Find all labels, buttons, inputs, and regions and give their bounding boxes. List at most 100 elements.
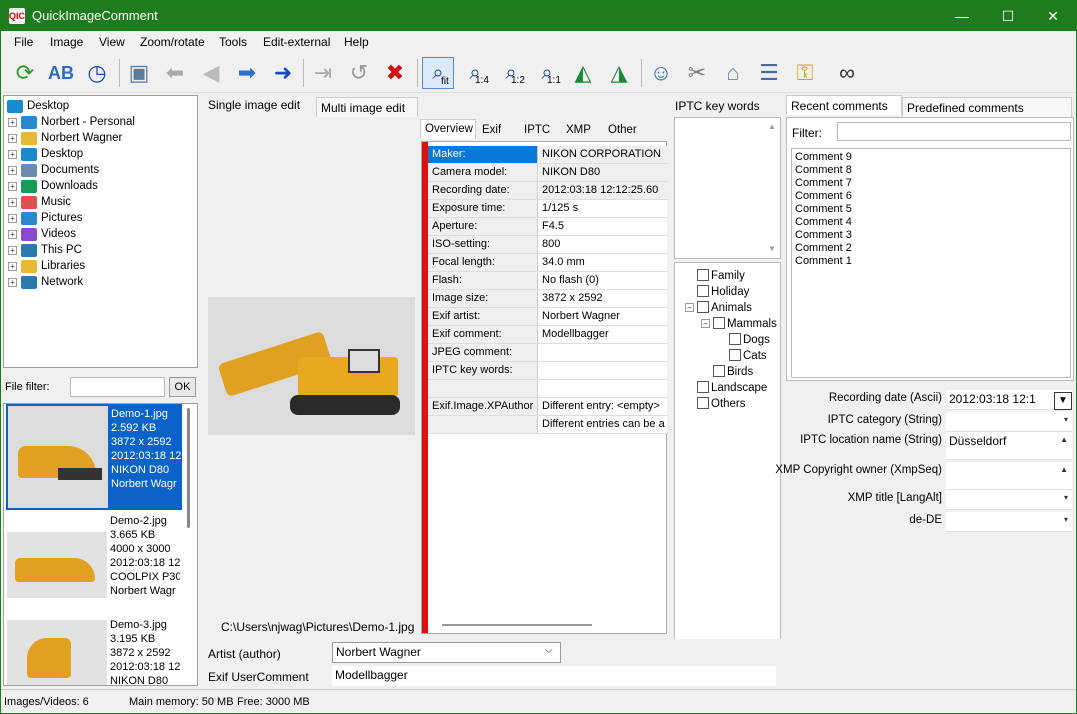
tree-item[interactable]: + This PC — [8, 242, 82, 258]
spellcheck-icon[interactable]: AB — [45, 57, 77, 89]
table-row[interactable]: Image size: 3872 x 2592 — [428, 290, 668, 308]
binoculars-icon[interactable]: ∞ — [831, 57, 863, 89]
keyword-node[interactable]: Dogs — [729, 333, 770, 346]
list-item[interactable]: Comment 3 — [795, 229, 1067, 242]
tab-other[interactable]: Other — [604, 121, 641, 141]
keyword-node[interactable]: Mammals — [713, 317, 777, 330]
checkbox[interactable] — [697, 397, 709, 409]
scroll-up-icon[interactable]: ▲ — [1060, 465, 1068, 474]
tree-item[interactable]: + Norbert Wagner — [8, 130, 122, 146]
iptc-keywords-list[interactable]: ▲ ▼ — [674, 117, 781, 259]
table-row[interactable]: Exposure time: 1/125 s — [428, 200, 668, 218]
user-comment-field[interactable]: Modellbagger — [332, 666, 776, 686]
checkbox[interactable] — [729, 333, 741, 345]
expand-icon[interactable]: + — [8, 165, 17, 175]
menu-image[interactable]: Image — [50, 35, 83, 49]
table-row[interactable]: Focal length: 34.0 mm — [428, 254, 668, 272]
expand-icon[interactable]: + — [8, 261, 17, 271]
document-icon[interactable]: ☰ — [753, 57, 785, 89]
checkbox[interactable] — [713, 317, 725, 329]
keyword-node[interactable]: Others — [697, 397, 746, 410]
list-item[interactable]: Comment 4 — [795, 216, 1067, 229]
expand-icon[interactable]: + — [8, 181, 17, 191]
clock-icon[interactable]: ◷ — [81, 57, 113, 89]
checkbox[interactable] — [697, 381, 709, 393]
list-item[interactable]: Comment 7 — [795, 177, 1067, 190]
close-button[interactable]: ✕ — [1030, 1, 1076, 31]
property-input[interactable]: ▾ — [946, 412, 1072, 432]
keyword-node[interactable]: Landscape — [697, 381, 767, 394]
minimize-button[interactable]: — — [939, 1, 985, 31]
keyword-node[interactable]: Animals — [697, 301, 752, 314]
checkbox[interactable] — [697, 269, 709, 281]
menu-help[interactable]: Help — [344, 35, 369, 49]
expand-icon[interactable]: + — [8, 229, 17, 239]
tree-item[interactable]: + Network — [8, 274, 83, 290]
table-row[interactable]: JPEG comment: — [428, 344, 668, 362]
list-item[interactable]: Comment 8 — [795, 164, 1067, 177]
tools-icon[interactable]: ✂ — [681, 57, 713, 89]
menu-tools[interactable]: Tools — [219, 35, 247, 49]
checkbox[interactable] — [697, 285, 709, 297]
tree-item[interactable]: + Videos — [8, 226, 76, 242]
table-row[interactable]: IPTC key words: — [428, 362, 668, 380]
menu-zoom-rotate[interactable]: Zoom/rotate — [140, 35, 205, 49]
zoom-1-2-icon[interactable]: ⌕ 1:2 — [495, 57, 527, 89]
list-item[interactable]: Comment 6 — [795, 190, 1067, 203]
keyword-node[interactable]: Holiday — [697, 285, 749, 298]
scroll-up-icon[interactable]: ▲ — [1060, 435, 1068, 444]
expand-icon[interactable]: + — [8, 277, 17, 287]
menu-view[interactable]: View — [99, 35, 125, 49]
table-row[interactable]: ISO-setting: 800 — [428, 236, 668, 254]
scroll-up-icon[interactable]: ▲ — [768, 122, 776, 131]
property-dropdown-button[interactable]: ▼ — [1054, 392, 1072, 410]
expand-icon[interactable]: + — [8, 245, 17, 255]
maximize-button[interactable]: ☐ — [985, 1, 1031, 31]
tab-iptc[interactable]: IPTC — [520, 121, 554, 141]
table-row[interactable]: Exif artist: Norbert Wagner — [428, 308, 668, 326]
table-row[interactable]: Aperture: F4.5 — [428, 218, 668, 236]
list-item[interactable]: Comment 5 — [795, 203, 1067, 216]
list-item[interactable]: Comment 1 — [795, 255, 1067, 268]
overview-scrollbar[interactable] — [442, 624, 592, 626]
thumbnail-item[interactable]: Demo-3.jpg 3.195 KB 3872 x 2592 2012:03:… — [6, 616, 182, 685]
tree-item[interactable]: + Norbert - Personal — [8, 114, 135, 130]
tab-recent-comments[interactable]: Recent comments — [786, 95, 902, 115]
checkbox[interactable] — [697, 301, 709, 313]
keyword-node[interactable]: Birds — [713, 365, 753, 378]
rotate-right-icon[interactable]: ◮ — [603, 57, 635, 89]
expand-icon[interactable]: + — [8, 117, 17, 127]
tree-item[interactable]: + Music — [8, 194, 71, 210]
import-icon[interactable]: ⇥ — [307, 57, 339, 89]
thumbnail-item[interactable]: Demo-1.jpg 2.592 KB 3872 x 2592 2012:03:… — [6, 404, 182, 510]
tag-icon[interactable]: ⌂ — [717, 57, 749, 89]
table-row[interactable]: Different entries can be a — [428, 416, 668, 434]
undo-icon[interactable]: ↺ — [343, 57, 375, 89]
checkbox[interactable] — [729, 349, 741, 361]
back-circle-icon[interactable]: ◀ — [195, 57, 227, 89]
rotate-left-icon[interactable]: ◭ — [567, 57, 599, 89]
key-icon[interactable]: ⚿ — [789, 57, 821, 89]
tab-single-image-edit[interactable]: Single image edit — [204, 95, 316, 115]
file-filter-input[interactable] — [70, 377, 165, 397]
previous-arrow-icon[interactable]: ⬅ — [159, 57, 191, 89]
expand-icon[interactable]: + — [8, 213, 17, 223]
tab-multi-image-edit[interactable]: Multi image edit — [316, 97, 418, 117]
property-input[interactable]: ▾ — [946, 512, 1072, 532]
table-row[interactable]: Camera model: NIKON D80 — [428, 164, 668, 182]
property-input[interactable]: ▾ — [946, 490, 1072, 510]
table-row[interactable]: Exif.Image.XPAuthor Different entry: <emp… — [428, 398, 668, 416]
tab-exif[interactable]: Exif — [478, 121, 505, 141]
thumbnail-item[interactable]: Demo-2.jpg 3.665 KB 4000 x 3000 2012:03:… — [6, 512, 182, 614]
expand-icon[interactable]: + — [8, 197, 17, 207]
list-item[interactable]: Comment 2 — [795, 242, 1067, 255]
list-item[interactable]: Comment 9 — [795, 151, 1067, 164]
zoom-1-1-icon[interactable]: ⌕ 1:1 — [531, 57, 563, 89]
zoom-fit-icon[interactable]: ⌕ fit — [422, 57, 454, 89]
table-row[interactable] — [428, 380, 668, 398]
menu-edit-external[interactable]: Edit-external — [263, 35, 330, 49]
tree-item[interactable]: + Downloads — [8, 178, 98, 194]
checkbox[interactable] — [713, 365, 725, 377]
table-row[interactable]: Maker: NIKON CORPORATION — [428, 146, 668, 164]
forward-circle-icon[interactable]: ➡ — [231, 57, 263, 89]
